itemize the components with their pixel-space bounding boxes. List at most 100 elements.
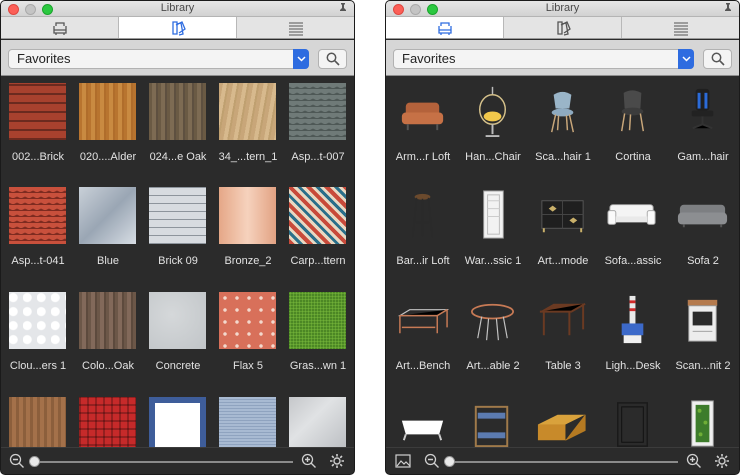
left-item[interactable]: Asp...t-041 xyxy=(3,181,73,281)
pin-icon[interactable] xyxy=(723,3,733,15)
tab-materials[interactable] xyxy=(504,17,622,38)
left-item[interactable] xyxy=(73,391,143,449)
right-item[interactable]: Ligh...Desk xyxy=(598,286,668,386)
cortina-chair-icon xyxy=(620,90,645,132)
left-item[interactable]: 34_...tern_1 xyxy=(213,77,283,177)
left-item[interactable]: Concrete xyxy=(143,286,213,386)
left-item[interactable]: Carp...ttern xyxy=(283,181,353,281)
right-item[interactable]: Table 3 xyxy=(528,286,598,386)
tartan-swatch xyxy=(79,397,136,449)
right-item-label: Sofa...assic xyxy=(604,255,662,267)
chevron-down-icon[interactable] xyxy=(293,49,309,69)
pin-icon[interactable] xyxy=(338,3,348,15)
slider-thumb[interactable] xyxy=(444,456,455,467)
left-item-label: Asp...t-007 xyxy=(291,151,345,163)
zoom-out-icon[interactable] xyxy=(424,453,440,469)
left-item[interactable]: Bronze_2 xyxy=(213,181,283,281)
search-button[interactable] xyxy=(318,49,347,69)
right-item[interactable]: Sca...hair 1 xyxy=(528,77,598,177)
bronze-swatch xyxy=(219,187,276,244)
right-item[interactable]: Art...Bench xyxy=(388,286,458,386)
right-item-label: Han...Chair xyxy=(465,151,521,163)
title-bar[interactable]: Library xyxy=(1,1,354,17)
shingle-gray-swatch xyxy=(289,83,346,140)
right-item[interactable]: Art...mode xyxy=(528,181,598,281)
wood-light-swatch xyxy=(79,83,136,140)
slider-thumb[interactable] xyxy=(29,456,40,467)
right-item[interactable]: Sofa...assic xyxy=(598,181,668,281)
right-item[interactable]: Cortina xyxy=(598,77,668,177)
thumbnail-size-slider[interactable] xyxy=(31,461,293,463)
left-item[interactable] xyxy=(3,391,73,449)
clouds-swatch xyxy=(9,292,66,349)
right-item[interactable]: Han...Chair xyxy=(458,77,528,177)
right-item[interactable] xyxy=(598,391,668,449)
fabric-blue-swatch xyxy=(219,397,276,449)
right-item-label: Art...Bench xyxy=(395,360,451,372)
carpet-swatch xyxy=(289,187,346,244)
left-item[interactable] xyxy=(283,391,353,449)
metal-blue-swatch xyxy=(79,187,136,244)
left-item[interactable] xyxy=(213,391,283,449)
image-preview-icon[interactable] xyxy=(395,453,411,469)
right-item[interactable] xyxy=(388,391,458,449)
tab-furniture[interactable] xyxy=(1,17,119,38)
chevron-down-icon[interactable] xyxy=(678,49,694,69)
tab-bar xyxy=(386,17,739,39)
left-item[interactable]: Blue xyxy=(73,181,143,281)
plant-wall-icon xyxy=(691,400,714,447)
right-item[interactable]: War...ssic 1 xyxy=(458,181,528,281)
left-item-label: Clou...ers 1 xyxy=(9,360,67,372)
left-item[interactable]: Colo...Oak xyxy=(73,286,143,386)
category-select-value: Favorites xyxy=(402,51,456,66)
left-item[interactable]: Gras...wn 1 xyxy=(283,286,353,386)
left-item-label: 002...Brick xyxy=(12,151,64,163)
zoom-in-icon[interactable] xyxy=(686,453,702,469)
left-item[interactable]: Clou...ers 1 xyxy=(3,286,73,386)
left-item[interactable]: Asp...t-007 xyxy=(283,77,353,177)
tab-materials[interactable] xyxy=(119,17,237,38)
furniture-grid: Arm...r Loft Han...Chair Sca...hair 1 Corti… xyxy=(386,77,739,449)
tab-list[interactable] xyxy=(622,17,739,38)
wood-gray-swatch xyxy=(149,83,206,140)
left-item-label: Carp...ttern xyxy=(290,255,346,267)
bench-icon xyxy=(397,309,450,334)
tab-furniture[interactable] xyxy=(386,17,504,38)
left-item[interactable]: Brick 09 xyxy=(143,181,213,281)
zoom-in-icon[interactable] xyxy=(301,453,317,469)
right-item-label: Table 3 xyxy=(545,360,581,372)
right-item-label: Art...able 2 xyxy=(466,360,520,372)
gear-icon[interactable] xyxy=(714,453,730,469)
right-item-label: Ligh...Desk xyxy=(605,360,661,372)
window-title: Library xyxy=(545,2,580,14)
right-item[interactable]: Scan...nit 2 xyxy=(668,286,738,386)
materials-grid: 002...Brick 020....Alder 024...e Oak 34_...… xyxy=(1,77,354,449)
tab-list[interactable] xyxy=(237,17,354,38)
left-item[interactable] xyxy=(143,391,213,449)
thumbnail-size-slider[interactable] xyxy=(446,461,678,463)
search-button[interactable] xyxy=(703,49,732,69)
swatch-tab-icon xyxy=(171,20,186,36)
category-select[interactable]: Favorites xyxy=(8,49,309,69)
right-item-label: Sofa 2 xyxy=(687,255,719,267)
right-item[interactable] xyxy=(458,391,528,449)
concrete-swatch xyxy=(149,292,206,349)
right-item[interactable]: Gam...hair xyxy=(668,77,738,177)
right-item[interactable] xyxy=(528,391,598,449)
right-item[interactable]: Bar...ir Loft xyxy=(388,181,458,281)
left-item[interactable]: 002...Brick xyxy=(3,77,73,177)
right-item[interactable]: Arm...r Loft xyxy=(388,77,458,177)
right-item[interactable]: Sofa 2 xyxy=(668,181,738,281)
gear-icon[interactable] xyxy=(329,453,345,469)
right-item-label: Art...mode xyxy=(537,255,589,267)
left-item[interactable]: Flax 5 xyxy=(213,286,283,386)
title-bar[interactable]: Library xyxy=(386,1,739,17)
left-item[interactable]: 020....Alder xyxy=(73,77,143,177)
armchair-tab-icon xyxy=(437,21,452,35)
right-item[interactable] xyxy=(668,391,738,449)
right-item[interactable]: Art...able 2 xyxy=(458,286,528,386)
zoom-out-icon[interactable] xyxy=(9,453,25,469)
left-item[interactable]: 024...e Oak xyxy=(143,77,213,177)
category-select[interactable]: Favorites xyxy=(393,49,694,69)
brick-swatch xyxy=(9,83,66,140)
